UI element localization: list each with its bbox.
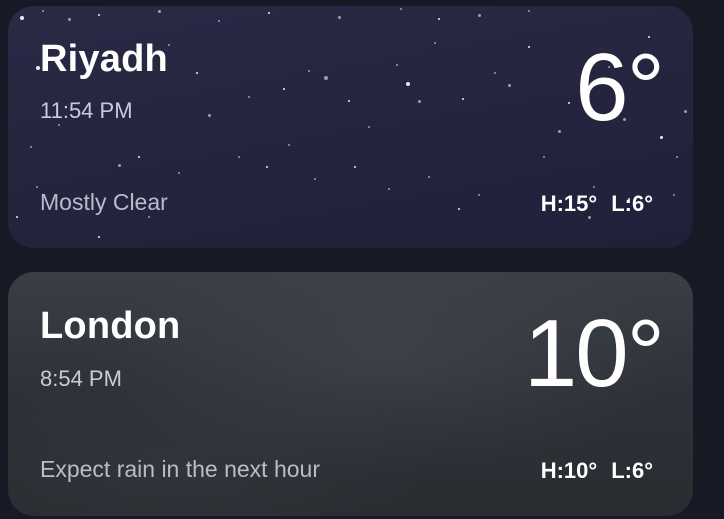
star xyxy=(673,194,675,196)
location-card-riyadh[interactable]: Riyadh 11:54 PM 6° Mostly Clear H:15° L:… xyxy=(8,6,693,248)
star xyxy=(338,16,341,19)
current-temperature: 6° xyxy=(575,34,665,141)
star xyxy=(208,114,211,117)
star xyxy=(418,100,421,103)
star xyxy=(283,88,285,90)
star xyxy=(314,178,316,180)
star xyxy=(266,166,268,168)
star xyxy=(396,64,398,66)
star xyxy=(218,20,220,22)
low-temperature: L:6° xyxy=(611,191,653,216)
star xyxy=(528,46,530,48)
star xyxy=(428,176,430,178)
star xyxy=(30,146,32,148)
star xyxy=(308,70,310,72)
star xyxy=(58,124,60,126)
current-temperature: 10° xyxy=(523,300,665,407)
location-card-london[interactable]: London 8:54 PM 10° Expect rain in the ne… xyxy=(8,272,693,516)
high-low-temperatures: H:15° L:6° xyxy=(541,191,653,217)
star xyxy=(248,96,250,98)
star xyxy=(543,156,545,158)
star xyxy=(676,156,678,158)
local-time: 8:54 PM xyxy=(40,366,122,391)
high-temperature: H:15° xyxy=(540,191,598,216)
star xyxy=(478,14,481,17)
star xyxy=(288,144,290,146)
star xyxy=(508,84,511,87)
condition-text: Mostly Clear xyxy=(40,189,168,215)
star xyxy=(20,16,24,20)
star xyxy=(36,186,38,188)
star xyxy=(458,208,460,210)
star xyxy=(196,72,198,74)
star xyxy=(400,8,402,10)
star xyxy=(528,10,530,12)
low-temperature: L:6° xyxy=(611,458,653,483)
star xyxy=(178,172,180,174)
star xyxy=(324,76,328,80)
condition-text: Expect rain in the next hour xyxy=(40,456,320,482)
star xyxy=(354,166,356,168)
star xyxy=(494,72,496,74)
star xyxy=(16,216,18,218)
star xyxy=(434,42,436,44)
star xyxy=(98,14,100,16)
star xyxy=(684,110,687,113)
star xyxy=(568,102,570,104)
star xyxy=(348,100,350,102)
city-name: London xyxy=(40,305,181,347)
star xyxy=(168,44,170,46)
star xyxy=(478,194,480,196)
star xyxy=(593,186,595,188)
star xyxy=(368,126,370,128)
star xyxy=(98,236,100,238)
star xyxy=(462,98,464,100)
star xyxy=(148,216,150,218)
star xyxy=(238,156,240,158)
star xyxy=(438,18,440,20)
star xyxy=(138,156,140,158)
star xyxy=(388,188,390,190)
star xyxy=(406,82,410,86)
star xyxy=(158,10,161,13)
high-temperature: H:10° xyxy=(540,458,598,483)
weather-list: Riyadh 11:54 PM 6° Mostly Clear H:15° L:… xyxy=(0,0,724,519)
local-time: 11:54 PM xyxy=(40,98,133,123)
star xyxy=(118,164,121,167)
high-low-temperatures: H:10° L:6° xyxy=(541,458,653,484)
star xyxy=(68,18,71,21)
city-name: Riyadh xyxy=(40,38,168,80)
star xyxy=(42,10,44,12)
star xyxy=(268,12,270,14)
star xyxy=(558,130,561,133)
